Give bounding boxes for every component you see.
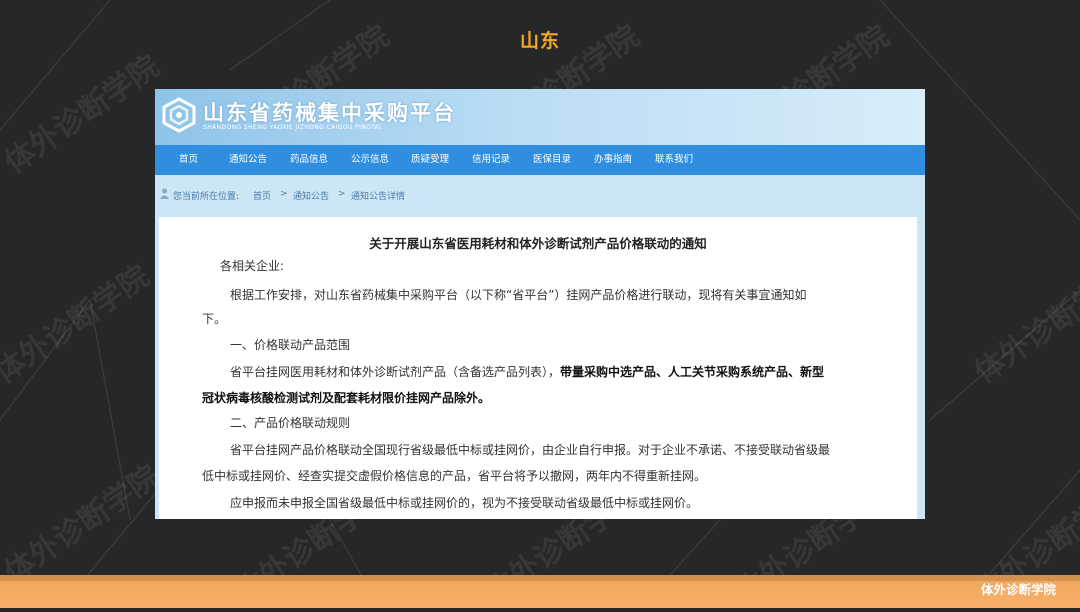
nav-public-info[interactable]: 公示信息 [351, 145, 389, 175]
nav-notices[interactable]: 通知公告 [229, 145, 267, 175]
notice-salutation: 各相关企业: [220, 259, 285, 273]
notice-panel: 关于开展山东省医用耗材和体外诊断试剂产品价格联动的通知 各相关企业: 根据工作安… [159, 217, 917, 519]
breadcrumb: 您当前所在位置: 首页 > 通知公告 > 通知公告详情 [155, 185, 925, 205]
breadcrumb-separator: > [338, 189, 346, 199]
breadcrumb-current: 通知公告详情 [351, 192, 406, 202]
site-name: 山东省药械集中采购平台 [203, 100, 456, 125]
breadcrumb-separator: > [280, 189, 288, 199]
nav-contact[interactable]: 联系我们 [655, 145, 693, 175]
nav-drug-info[interactable]: 药品信息 [290, 145, 328, 175]
website-screenshot: 山东省药械集中采购平台 SHANDONG SHENG YAOXIE JIZHON… [155, 89, 925, 519]
footer-bar [0, 575, 1080, 608]
site-pinyin: SHANDONG SHENG YAOXIE JIZHONG CAIGOU PIN… [203, 124, 382, 131]
section-heading: 一、价格联动产品范围 [230, 338, 351, 352]
main-nav: 首页 通知公告 药品信息 公示信息 质疑受理 信用记录 医保目录 办事指南 联系… [155, 145, 925, 175]
notice-paragraph: 低中标或挂网价、经查实提交虚假价格信息的产品，省平台将予以撤网，两年内不得重新挂… [202, 469, 707, 483]
breadcrumb-notices[interactable]: 通知公告 [293, 189, 329, 202]
notice-title: 关于开展山东省医用耗材和体外诊断试剂产品价格联动的通知 [369, 236, 707, 251]
logo-icon [162, 97, 196, 133]
notice-paragraph: 下。 [202, 312, 227, 326]
breadcrumb-home[interactable]: 首页 [253, 189, 271, 202]
notice-paragraph: 根据工作安排，对山东省药械集中采购平台（以下称“省平台”）挂网产品价格进行联动，… [230, 288, 807, 302]
slide-title: 山东 [519, 30, 560, 52]
notice-paragraph-bold: 冠状病毒核酸检测试剂及配套耗材限价挂网产品除外。 [202, 391, 491, 405]
location-icon [160, 188, 169, 202]
notice-paragraph: 应申报而未申报全国省级最低中标或挂网价的，视为不接受联动省级最低中标或挂网价。 [230, 496, 699, 510]
footer-brand: 体外诊断学院 [980, 582, 1056, 597]
site-banner: 山东省药械集中采购平台 SHANDONG SHENG YAOXIE JIZHON… [155, 89, 925, 145]
nav-guide[interactable]: 办事指南 [594, 145, 632, 175]
nav-credit-records[interactable]: 信用记录 [472, 145, 510, 175]
nav-home[interactable]: 首页 [179, 145, 198, 175]
nav-insurance-catalog[interactable]: 医保目录 [533, 145, 571, 175]
notice-paragraph: 省平台挂网产品价格联动全国现行省级最低中标或挂网价，由企业自行申报。对于企业不承… [230, 443, 831, 457]
nav-objections[interactable]: 质疑受理 [411, 145, 449, 175]
section-heading: 二、产品价格联动规则 [230, 416, 351, 430]
breadcrumb-prefix: 您当前所在位置: [173, 192, 240, 202]
notice-paragraph: 省平台挂网医用耗材和体外诊断试剂产品（含备选产品列表），带量采购中选产品、人工关… [230, 365, 825, 379]
